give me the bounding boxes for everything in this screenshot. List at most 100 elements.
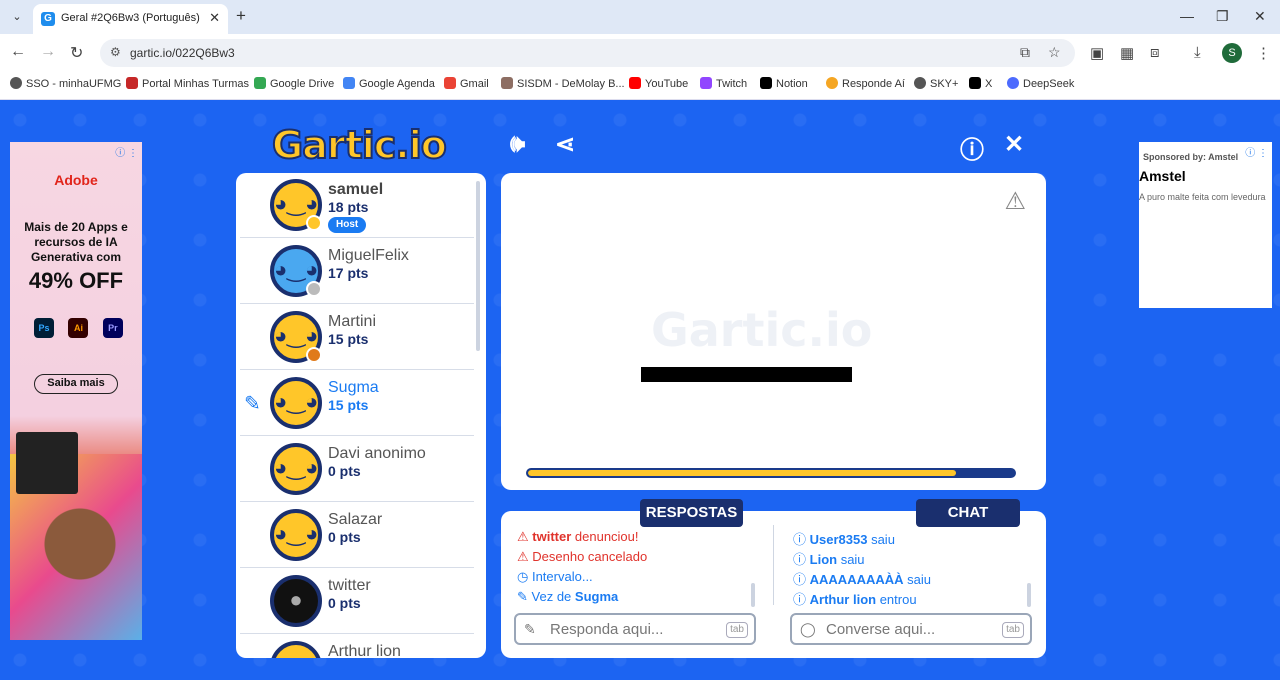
player-row[interactable]: ◕‿◕ Davi anonimo 0 pts [240, 437, 474, 502]
player-name: Arthur lion [328, 643, 401, 658]
answers-scrollbar[interactable] [751, 583, 755, 607]
sky-icon [914, 77, 926, 89]
info-icon: ⓘ [793, 572, 807, 587]
window-close-icon[interactable]: ✕ [1254, 8, 1266, 25]
player-points: 0 pts [328, 529, 361, 545]
tab-respostas[interactable]: RESPOSTAS [640, 499, 743, 527]
bookmarks-bar: SSO - minhaUFMG Portal Minhas Turmas Goo… [0, 72, 1280, 100]
bookmark-sisdm[interactable]: SISDM - DeMolay B... [501, 77, 625, 90]
ad-right-info-icon[interactable]: ⓘ ⋮ [1245, 144, 1268, 159]
info-icon[interactable]: ⓘ [960, 130, 984, 165]
pencil-icon: ✎ [524, 621, 536, 637]
bookmark-x[interactable]: X [969, 77, 992, 90]
tab-search-button[interactable]: ⌄ [6, 7, 28, 27]
portal-icon [126, 77, 138, 89]
bookmark-sky[interactable]: SKY+ [914, 77, 958, 90]
tab-chat[interactable]: CHAT [916, 499, 1020, 527]
ad-right[interactable]: ⓘ ⋮ Sponsored by: Amstel Amstel A puro m… [1139, 142, 1272, 308]
player-row[interactable]: ◕‿◕ Salazar 0 pts [240, 503, 474, 568]
bookmark-drive[interactable]: Google Drive [254, 77, 334, 90]
sound-icon[interactable]: 🕪 [510, 130, 525, 158]
chat-message: ⓘ Lion saiu [793, 552, 865, 567]
player-row[interactable]: ✎ ◕‿◕ Sugma 15 pts [240, 371, 474, 436]
close-tab-icon[interactable]: ✕ [209, 10, 220, 26]
players-scrollbar[interactable] [476, 181, 480, 351]
timer-fill [528, 470, 956, 476]
address-bar[interactable]: ⚙ gartic.io/022Q6Bw3 ⧉ ☆ [100, 39, 1075, 67]
ad-sponsor: Sponsored by: Amstel [1143, 152, 1239, 162]
player-points: 15 pts [328, 397, 369, 413]
bookmark-deepseek[interactable]: DeepSeek [1007, 77, 1074, 90]
chat-list: ⓘ User8353 saiu ⓘ Lion saiu ⓘ AAAAAAAAÀÀ… [793, 529, 931, 609]
answer-input-box[interactable]: ✎ tab [514, 613, 756, 645]
players-list: ◕‿◕ samuel 18 pts Host ◕‿◕ MiguelFelix 1… [236, 173, 486, 658]
player-points: 0 pts [328, 463, 361, 479]
player-name: Sugma [328, 379, 379, 396]
bookmark-sso[interactable]: SSO - minhaUFMG [10, 77, 121, 90]
player-row[interactable]: ◕‿◕ MiguelFelix 17 pts [240, 239, 474, 304]
illustrator-icon: Ai [68, 318, 89, 338]
player-name: Davi anonimo [328, 445, 426, 462]
ad-left[interactable]: ⓘ ⋮ Adobe Mais de 20 Apps e recursos de … [10, 142, 142, 640]
minimize-icon[interactable]: — [1180, 8, 1194, 24]
bookmark-agenda[interactable]: Google Agenda [343, 77, 435, 90]
host-badge: Host [328, 217, 367, 233]
ad-info-icon[interactable]: ⓘ ⋮ [115, 144, 138, 159]
clock-icon: ◷ [517, 569, 529, 584]
menu-dots-icon[interactable]: ⋮ [1256, 44, 1271, 62]
bookmark-responde[interactable]: Responde Aí [826, 77, 905, 90]
close-game-icon[interactable]: ✕ [1004, 130, 1024, 159]
smiley-face-icon: ◕‿◕ [274, 191, 319, 216]
player-avatar: ◕‿◕ [270, 311, 322, 363]
gartic-logo: Gartic.io [271, 122, 448, 168]
ad-brand: Adobe [54, 172, 98, 188]
forward-icon[interactable]: → [40, 43, 56, 61]
cast-icon[interactable]: ▣ [1090, 44, 1104, 62]
chat-input-box[interactable]: ◯ tab [790, 613, 1032, 645]
ad-saiba-mais-button[interactable]: Saiba mais [34, 374, 118, 394]
player-row[interactable]: ● twitter 0 pts [240, 569, 474, 634]
hidden-word-bar [641, 367, 852, 382]
new-tab-button[interactable]: + [236, 6, 246, 26]
share-icon[interactable]: ⋖ [555, 130, 575, 159]
bookmark-twitch[interactable]: Twitch [700, 77, 747, 90]
twitch-icon [700, 77, 712, 89]
chat-scrollbar[interactable] [1027, 583, 1031, 607]
extensions-puzzle-icon[interactable]: ⧈ [1150, 44, 1160, 61]
report-warning-icon[interactable]: ⚠ [1004, 187, 1026, 216]
answer-input[interactable] [550, 621, 725, 638]
back-icon[interactable]: ← [10, 43, 26, 61]
chat-message: ⓘ AAAAAAAAÀÀ saiu [793, 572, 931, 587]
sisdm-icon [501, 77, 513, 89]
drawing-canvas[interactable]: Gartic.io ⚠ [501, 173, 1046, 490]
browser-tab[interactable]: G Geral #2Q6Bw3 (Português) - G ✕ [33, 4, 228, 34]
answers-list: ⚠ twitter denunciou! ⚠ Desenho cancelado… [517, 529, 647, 609]
answer-message: ✎ Vez de Sugma [517, 589, 619, 604]
photoshop-icon: Ps [34, 318, 54, 338]
smiley-face-icon: ◕‿◕ [274, 323, 319, 348]
smiley-face-icon: ◕‿◕ [274, 389, 319, 414]
install-app-icon[interactable]: ⧉ [1020, 44, 1030, 61]
info-icon: ⓘ [793, 532, 807, 547]
drive-icon [254, 77, 266, 89]
site-info-icon[interactable]: ⚙ [110, 45, 121, 59]
extension-icon[interactable]: ▦ [1120, 44, 1134, 62]
smiley-face-icon: ◕‿◕ [274, 257, 319, 282]
player-row[interactable]: ◕‿◕ samuel 18 pts Host [240, 173, 474, 238]
reload-icon[interactable]: ↻ [70, 43, 83, 63]
player-points: 15 pts [328, 331, 369, 347]
chat-input[interactable] [826, 621, 1001, 638]
profile-avatar[interactable]: S [1222, 43, 1242, 63]
bookmark-portal[interactable]: Portal Minhas Turmas [126, 77, 249, 90]
bookmark-star-icon[interactable]: ☆ [1048, 44, 1061, 61]
player-row[interactable]: ◕‿◕ Arthur lion [240, 635, 474, 658]
gartic-favicon-icon: G [41, 12, 55, 26]
bookmark-youtube[interactable]: YouTube [629, 77, 688, 90]
bookmark-gmail[interactable]: Gmail [444, 77, 489, 90]
answer-message: ◷ Intervalo... [517, 569, 593, 584]
ad-title: Amstel [1139, 168, 1186, 184]
download-icon[interactable]: ⤓ [1194, 44, 1201, 61]
maximize-icon[interactable]: ❐ [1216, 8, 1229, 25]
player-row[interactable]: ◕‿◕ Martini 15 pts [240, 305, 474, 370]
bookmark-notion[interactable]: Notion [760, 77, 808, 90]
